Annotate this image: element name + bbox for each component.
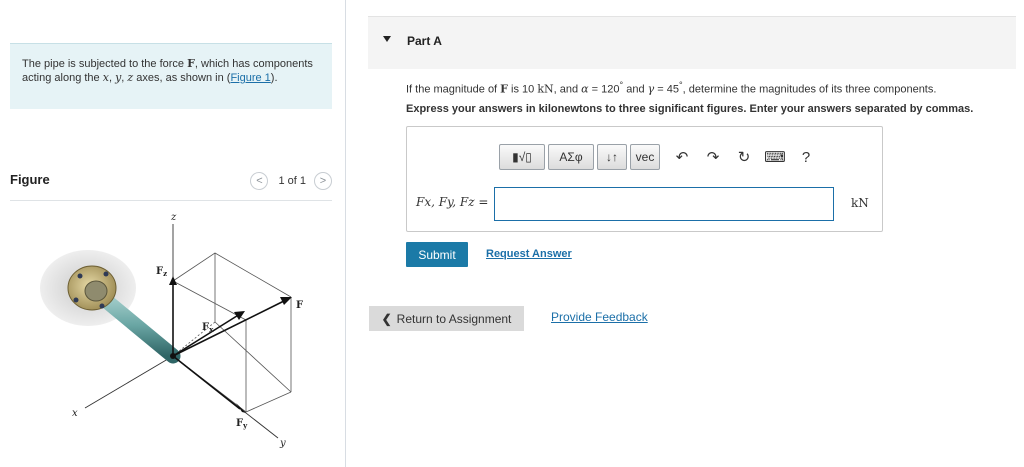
- figure-pager: < 1 of 1 >: [250, 172, 332, 190]
- chevron-right-icon: >: [319, 175, 327, 187]
- instructions-text: Express your answers in kilonewtons to t…: [406, 103, 974, 115]
- question-part: is 10: [507, 83, 538, 96]
- request-answer-link[interactable]: Request Answer: [486, 248, 572, 260]
- question-text: If the magnitude of F is 10 kN, and α = …: [406, 80, 936, 96]
- submit-button[interactable]: Submit: [406, 242, 468, 267]
- force-vectors: [169, 276, 292, 413]
- unit-symbol: kN: [537, 82, 554, 96]
- x-axis-label: x: [72, 408, 78, 419]
- answer-input[interactable]: [494, 187, 834, 221]
- force-symbol: F: [500, 82, 508, 96]
- part-title: Part A: [407, 34, 442, 48]
- left-panel: The pipe is subjected to the force F, wh…: [0, 0, 346, 467]
- keyboard-icon[interactable]: ⌨: [763, 145, 787, 169]
- vec-button[interactable]: vec: [630, 144, 660, 170]
- alpha-symbol: α: [581, 82, 589, 96]
- answer-unit: kN: [851, 196, 869, 210]
- question-part: = 45: [654, 83, 679, 96]
- answer-box: ▮√▯ ΑΣφ ↓↑ vec ↶ ↷ ↻ ⌨ ? Fx, Fy, Fz = kN: [406, 126, 883, 232]
- provide-feedback-link[interactable]: Provide Feedback: [551, 310, 648, 324]
- undo-icon[interactable]: ↶: [670, 145, 694, 169]
- greek-button[interactable]: ΑΣφ: [548, 144, 594, 170]
- problem-statement: The pipe is subjected to the force F, wh…: [10, 43, 332, 109]
- return-to-assignment-button[interactable]: ❮ Return to Assignment: [369, 306, 524, 331]
- component-box: [172, 252, 292, 413]
- updown-button[interactable]: ↓↑: [597, 144, 627, 170]
- figure-title: Figure: [10, 172, 50, 187]
- help-button[interactable]: ?: [794, 145, 818, 169]
- problem-text: axes, as shown in (: [133, 72, 231, 84]
- chevron-left-icon: <: [256, 175, 263, 187]
- redo-icon[interactable]: ↷: [701, 145, 725, 169]
- math-toolbar: ▮√▯ ΑΣφ ↓↑ vec ↶ ↷ ↻ ⌨ ?: [499, 143, 818, 171]
- question-part: = 120: [588, 83, 620, 96]
- pager-text: 1 of 1: [278, 175, 306, 187]
- answer-label: Fx, Fy, Fz =: [416, 195, 489, 209]
- templates-button[interactable]: ▮√▯: [499, 144, 545, 170]
- problem-text: ).: [270, 72, 278, 84]
- reset-icon[interactable]: ↻: [732, 145, 756, 169]
- help-icon: ?: [801, 148, 811, 166]
- part-header[interactable]: Part A: [368, 16, 1016, 69]
- greek-icon: ΑΣφ: [559, 150, 583, 164]
- question-part: , and: [553, 83, 582, 96]
- pipe-figure: z x y Fz Fx Fy F: [40, 212, 303, 449]
- question-part: If the magnitude of: [406, 83, 501, 96]
- fx-label: Fx: [202, 322, 214, 334]
- question-part: and: [623, 83, 648, 96]
- figure-link[interactable]: Figure 1: [230, 72, 270, 84]
- vec-label: vec: [635, 150, 655, 164]
- updown-icon: ↓↑: [606, 150, 618, 164]
- return-label: Return to Assignment: [396, 311, 512, 326]
- chevron-left-icon: ❮: [381, 311, 392, 326]
- force-symbol: F: [187, 57, 195, 70]
- z-axis-label: z: [170, 212, 177, 223]
- question-part: , determine the magnitudes of its three …: [682, 83, 937, 96]
- right-panel: Part A If the magnitude of F is 10 kN, a…: [346, 0, 1024, 467]
- flange-shape: [67, 265, 117, 311]
- fz-label: Fz: [156, 266, 167, 278]
- y-axis-label: y: [279, 438, 286, 449]
- next-figure-button[interactable]: >: [314, 172, 332, 190]
- f-label: F: [296, 300, 303, 311]
- problem-text: The pipe is subjected to the force: [22, 58, 188, 70]
- figure-header: Figure < 1 of 1 >: [10, 170, 332, 201]
- templates-icon: ▮√▯: [512, 150, 532, 164]
- fy-label: Fy: [236, 418, 248, 430]
- prev-figure-button[interactable]: <: [250, 172, 269, 190]
- caret-down-icon[interactable]: [383, 36, 391, 42]
